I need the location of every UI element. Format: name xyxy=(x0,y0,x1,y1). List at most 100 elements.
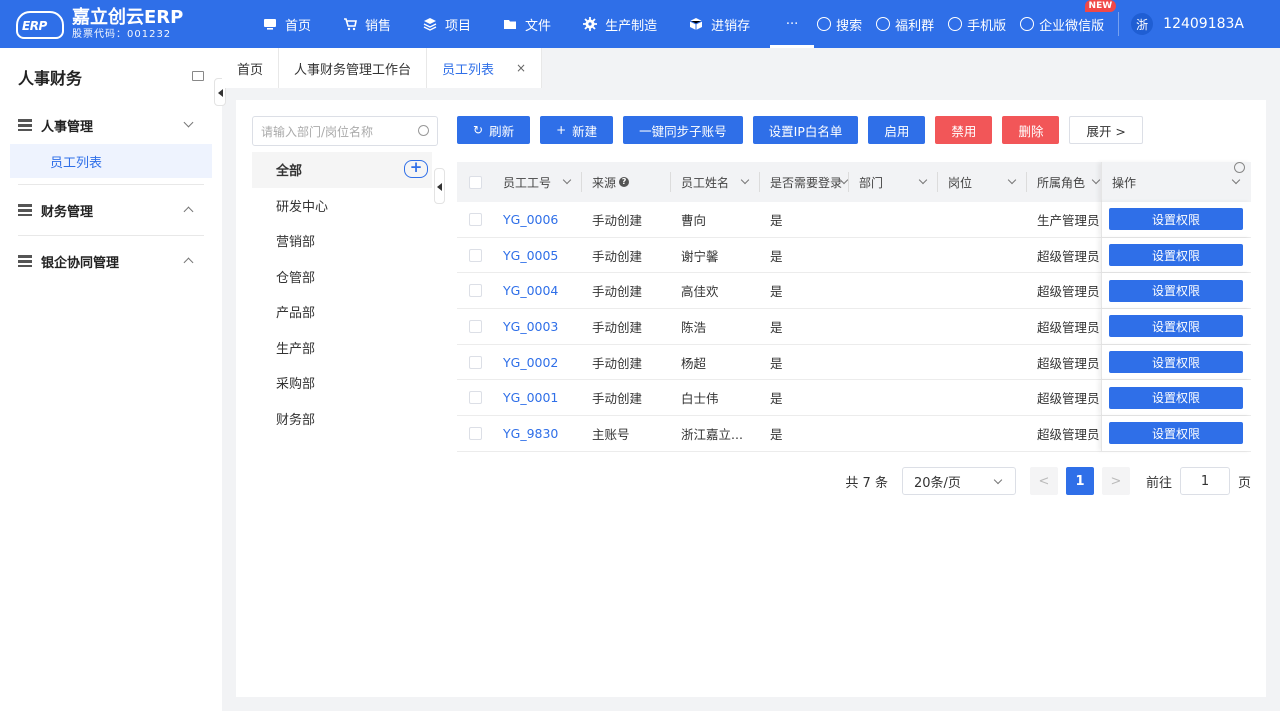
dept-search-input[interactable]: 请输入部门/岗位名称 xyxy=(252,116,438,146)
nav-inventory[interactable]: 进销存 xyxy=(673,0,766,48)
tab-home[interactable]: 首页 xyxy=(222,48,280,88)
table-row[interactable]: YG_0002 手动创建 杨超 是 超级管理员 设置权限 xyxy=(457,344,1251,381)
nav-manufacturing[interactable]: 生产制造 xyxy=(567,0,673,48)
brand-name: 嘉立创云ERP xyxy=(72,6,184,28)
goto-page-input[interactable]: 1 xyxy=(1179,467,1230,495)
tab-workbench[interactable]: 人事财务管理工作台 xyxy=(279,48,428,88)
enable-button[interactable]: 启用 xyxy=(868,116,926,144)
refresh-button[interactable]: ↻ 刷新 xyxy=(457,116,531,144)
dept-item-label: 全部 xyxy=(276,164,303,180)
table-row[interactable]: YG_9830 主账号 浙江嘉立... 是 超级管理员 设置权限 xyxy=(457,416,1251,452)
dept-item-all[interactable]: 全部 + xyxy=(252,152,432,188)
nav-files-label: 文件 xyxy=(525,18,552,34)
tab-employee-list[interactable]: 员工列表 × xyxy=(427,48,543,88)
row-checkbox[interactable] xyxy=(469,319,482,333)
cell-employee-id[interactable]: YG_9830 xyxy=(493,416,582,451)
cell-employee-id[interactable]: YG_0005 xyxy=(493,238,582,273)
set-permission-button[interactable]: 设置权限 xyxy=(1109,279,1243,302)
cell-department xyxy=(849,238,938,273)
row-checkbox[interactable] xyxy=(469,391,482,405)
employee-id-link[interactable]: YG_0001 xyxy=(503,390,558,405)
cell-employee-id[interactable]: YG_0004 xyxy=(493,273,582,308)
search-tool[interactable]: 搜索 xyxy=(817,15,862,34)
set-permission-button[interactable]: 设置权限 xyxy=(1109,315,1243,338)
table-row[interactable]: YG_0006 手动创建 曹向 是 生产管理员 设置权限 xyxy=(457,202,1251,238)
sidebar-group-hr[interactable]: 人事管理 xyxy=(0,106,222,144)
dept-item[interactable]: 营销部 xyxy=(252,223,432,259)
set-permission-button[interactable]: 设置权限 xyxy=(1109,244,1243,267)
set-permission-button[interactable]: 设置权限 xyxy=(1109,208,1243,231)
row-checkbox[interactable] xyxy=(469,212,482,226)
expand-button[interactable]: 展开 > xyxy=(1069,116,1143,144)
sidebar-group-finance[interactable]: 财务管理 xyxy=(0,191,222,229)
table-row[interactable]: YG_0004 手动创建 高佳欢 是 超级管理员 设置权限 xyxy=(457,273,1251,310)
mobile-tool[interactable]: 手机版 xyxy=(948,15,1006,34)
dept-item[interactable]: 研发中心 xyxy=(252,188,432,224)
employee-id-link[interactable]: YG_0003 xyxy=(503,319,558,334)
new-button[interactable]: + 新建 xyxy=(540,116,614,144)
cell-operation: 设置权限 xyxy=(1101,344,1251,380)
table-row[interactable]: YG_0005 手动创建 谢宁馨 是 超级管理员 设置权限 xyxy=(457,237,1251,274)
employee-id-link[interactable]: YG_0004 xyxy=(503,283,558,298)
cell-employee-id[interactable]: YG_0001 xyxy=(493,380,582,415)
header-operation[interactable]: 操作 xyxy=(1101,162,1251,202)
header-post[interactable]: 岗位 xyxy=(938,162,1027,202)
ip-whitelist-button[interactable]: 设置IP白名单 xyxy=(752,116,859,144)
brand-logo[interactable]: ERP 嘉立创云ERP 股票代码：001232 xyxy=(0,7,235,41)
nav-project[interactable]: 项目 xyxy=(407,0,487,48)
next-page-button[interactable]: > xyxy=(1101,467,1130,495)
close-icon[interactable]: × xyxy=(516,61,526,75)
page-number-button[interactable]: 1 xyxy=(1065,467,1094,495)
welfare-group-tool[interactable]: 福利群 xyxy=(876,15,934,34)
nav-files[interactable]: 文件 xyxy=(487,0,567,48)
select-all-checkbox[interactable] xyxy=(469,175,482,189)
employee-id-link[interactable]: YG_0005 xyxy=(503,248,558,263)
sidebar-item-employee-list[interactable]: 员工列表 xyxy=(10,144,212,178)
set-permission-button[interactable]: 设置权限 xyxy=(1109,351,1243,374)
dept-panel-collapse-handle[interactable] xyxy=(434,168,445,204)
nav-home[interactable]: 首页 xyxy=(247,0,327,48)
employee-id-link[interactable]: YG_9830 xyxy=(503,426,558,441)
sync-subaccount-button[interactable]: 一键同步子账号 xyxy=(623,116,743,144)
dept-item[interactable]: 生产部 xyxy=(252,330,432,366)
set-permission-button[interactable]: 设置权限 xyxy=(1109,386,1243,409)
cell-employee-id[interactable]: YG_0002 xyxy=(493,345,582,380)
nav-more[interactable]: ··· xyxy=(770,0,815,48)
cell-employee-id[interactable]: YG_0006 xyxy=(493,202,582,237)
cell-employee-id[interactable]: YG_0003 xyxy=(493,309,582,344)
monitor-icon[interactable] xyxy=(192,71,204,81)
cloud-logo-icon: ERP xyxy=(16,7,66,41)
table-row[interactable]: YG_0001 手动创建 白士伟 是 超级管理员 设置权限 xyxy=(457,380,1251,417)
wechat-tool[interactable]: 企业微信版 NEW xyxy=(1020,0,1117,34)
dept-item[interactable]: 产品部 xyxy=(252,294,432,330)
row-checkbox[interactable] xyxy=(469,284,482,298)
page-size-select[interactable]: 20条/页 xyxy=(901,467,1016,495)
set-permission-button[interactable]: 设置权限 xyxy=(1109,422,1243,445)
employee-id-link[interactable]: YG_0006 xyxy=(503,212,558,227)
header-employee-id[interactable]: 员工工号 xyxy=(493,162,582,202)
header-source[interactable]: 来源? xyxy=(582,162,671,202)
sidebar-group-bank[interactable]: 银企协同管理 xyxy=(0,242,222,280)
prev-page-button[interactable]: < xyxy=(1029,467,1058,495)
column-settings-icon[interactable] xyxy=(1234,162,1245,173)
header-role[interactable]: 所属角色 xyxy=(1027,162,1101,202)
chevron-down-icon xyxy=(1091,175,1101,185)
row-checkbox[interactable] xyxy=(469,248,482,262)
dept-item[interactable]: 仓管部 xyxy=(252,259,432,295)
add-dept-button[interactable]: + xyxy=(404,160,428,178)
table-row[interactable]: YG_0003 手动创建 陈浩 是 超级管理员 设置权限 xyxy=(457,309,1251,345)
disable-button[interactable]: 禁用 xyxy=(935,116,993,144)
header-department[interactable]: 部门 xyxy=(849,162,938,202)
employee-id-link[interactable]: YG_0002 xyxy=(503,355,558,370)
header-employee-name[interactable]: 员工姓名 xyxy=(671,162,760,202)
nav-sales[interactable]: 销售 xyxy=(327,0,407,48)
row-checkbox[interactable] xyxy=(469,355,482,369)
header-need-login[interactable]: 是否需要登录 xyxy=(760,162,849,202)
dept-item[interactable]: 采购部 xyxy=(252,365,432,401)
delete-button[interactable]: 删除 xyxy=(1002,116,1060,144)
help-icon[interactable]: ? xyxy=(619,177,630,187)
user-menu[interactable]: 浙 12409183A xyxy=(1131,13,1244,35)
row-checkbox[interactable] xyxy=(469,426,482,440)
dept-item[interactable]: 财务部 xyxy=(252,401,432,437)
cell-need-login: 是 xyxy=(770,426,783,442)
